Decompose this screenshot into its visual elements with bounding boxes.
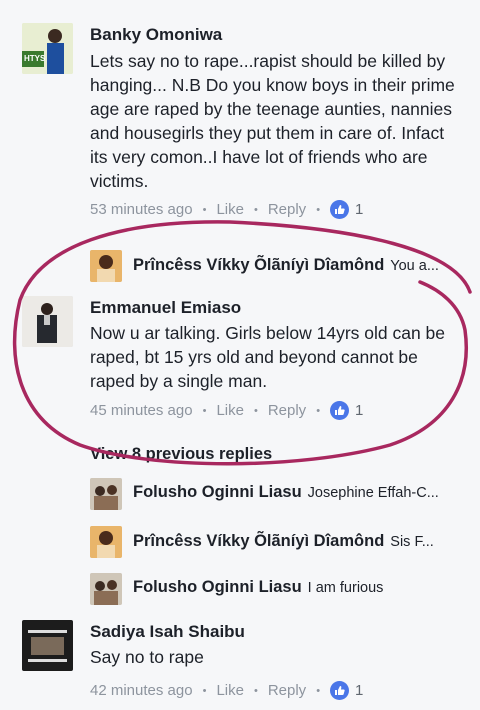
like-link[interactable]: Like [216,402,244,419]
avatar-sadiya[interactable] [22,620,73,671]
reply-text: Sis F... [390,533,434,550]
avatar-vikky[interactable] [90,250,122,282]
avatar-banky[interactable]: HTYS [22,23,73,74]
reply-name[interactable]: Folusho Oginni Liasu [133,578,302,597]
timestamp[interactable]: 42 minutes ago [90,682,193,699]
avatar-folusho-image [90,478,122,510]
view-previous-replies-link[interactable]: View 8 previous replies [90,445,272,464]
reply-text: I am furious [307,579,384,596]
avatar-sadiya-image [22,620,73,671]
avatar-banky-label: HTYS [24,54,46,63]
comment-meta: 45 minutes ago • Like • Reply • 1 [90,401,364,420]
reply-text: You a... [390,257,439,274]
like-link[interactable]: Like [216,201,244,218]
reply-link[interactable]: Reply [268,201,306,218]
avatar-folusho[interactable] [90,478,122,510]
avatar-vikky[interactable] [90,526,122,558]
avatar-vikky-image [90,526,122,558]
like-count: 1 [355,682,364,699]
like-icon[interactable] [330,681,350,700]
reply-name[interactable]: Prîncêss Víkky Õlãníyì Dîamônd [133,256,384,275]
commenter-name[interactable]: Banky Omoniwa [90,25,222,45]
avatar-folusho[interactable] [90,573,122,605]
reply-link[interactable]: Reply [268,402,306,419]
comment-text: Now u ar talking. Girls below 14yrs old … [90,323,446,391]
like-count: 1 [355,402,364,419]
like-link[interactable]: Like [216,682,244,699]
reply-name[interactable]: Folusho Oginni Liasu [133,483,302,502]
avatar-vikky-image [90,250,122,282]
reply-vikky: Prîncêss Víkky Õlãníyì Dîamônd You a... [133,256,439,275]
comment-text: Say no to rape [90,647,204,667]
reply-row: Prîncêss Víkky Õlãníyì Dîamônd Sis F... [133,532,434,551]
reply-row: Folusho Oginni Liasu Josephine Effah-C..… [133,483,439,502]
commenter-name[interactable]: Emmanuel Emiaso [90,298,241,318]
timestamp[interactable]: 53 minutes ago [90,201,193,218]
avatar-banky-image [22,23,73,74]
timestamp[interactable]: 45 minutes ago [90,402,193,419]
like-icon[interactable] [330,401,350,420]
like-count: 1 [355,201,364,218]
avatar-folusho-image [90,573,122,605]
like-icon[interactable] [330,200,350,219]
comment-meta: 42 minutes ago • Like • Reply • 1 [90,681,364,700]
comment-meta: 53 minutes ago • Like • Reply • 1 [90,200,364,219]
reply-name[interactable]: Prîncêss Víkky Õlãníyì Dîamônd [133,532,384,551]
reply-text: Josephine Effah-C... [307,484,439,501]
comment-text: Lets say no to rape...rapist should be k… [90,51,455,191]
commenter-name[interactable]: Sadiya Isah Shaibu [90,622,245,642]
reply-row: Folusho Oginni Liasu I am furious [133,578,383,597]
reply-link[interactable]: Reply [268,682,306,699]
avatar-emmanuel-image [22,296,73,347]
avatar-emmanuel[interactable] [22,296,73,347]
